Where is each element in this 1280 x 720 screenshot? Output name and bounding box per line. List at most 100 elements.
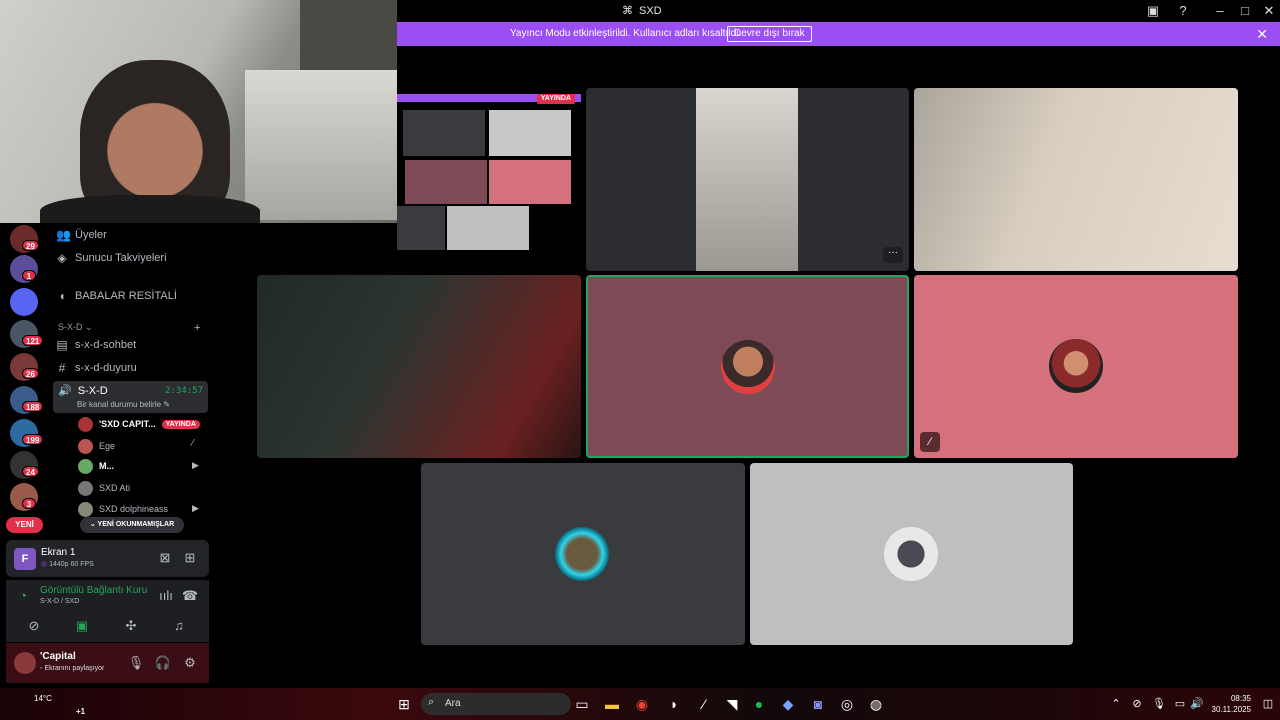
new-pill[interactable]: YENİ: [6, 517, 43, 533]
text-channel-duyuru[interactable]: # s-x-d-duyuru: [56, 358, 137, 378]
screen-share-icon[interactable]: ▣: [71, 616, 93, 636]
user-panel: 'Capital ▪ Ekranını paylaşıyor 🎙 🎧 ⚙: [6, 643, 209, 683]
disconnect-icon[interactable]: ☎: [179, 586, 201, 606]
screen-share-panel: F Ekran 1 ◎ 1440p 60 FPS ⊠ ⊞: [6, 540, 209, 577]
more-options-button[interactable]: ···: [883, 247, 903, 263]
chrome-icon[interactable]: ◉: [632, 694, 652, 714]
username: 'Capital: [40, 651, 76, 662]
app-icon[interactable]: ◥: [722, 694, 742, 714]
camera-icon: ▶: [192, 503, 199, 513]
server-list: 29 1 121 26 188 199 24 3: [0, 223, 48, 543]
task-view-icon[interactable]: ▭: [572, 694, 592, 714]
maximize-button[interactable]: □: [1237, 3, 1253, 19]
voice-user[interactable]: SXD Ati: [78, 478, 130, 498]
video-tile[interactable]: ⁄: [914, 275, 1238, 458]
voice-connection-panel: ◔ Görüntülü Bağlantı Kuru S-X-D / SXD ıı…: [6, 580, 209, 642]
volume-icon[interactable]: 🔊: [1187, 694, 1207, 714]
video-tile[interactable]: [421, 463, 745, 645]
speaker-icon: 🔊: [58, 385, 72, 397]
chevron-up-icon[interactable]: ⌃: [1106, 694, 1126, 714]
video-tile[interactable]: [257, 275, 581, 458]
weather-temp[interactable]: 14°C: [34, 694, 52, 703]
voice-channel-active[interactable]: 🔊 S-X-D 2:34:57 Bir kanal durumu belirle …: [53, 381, 208, 413]
avatar: [78, 480, 93, 496]
preview-tile: [403, 110, 485, 156]
pencil-icon: ✎: [163, 400, 170, 409]
stop-share-icon[interactable]: ⊠: [154, 548, 176, 568]
popout-icon[interactable]: ⊞: [179, 548, 201, 568]
app-icon[interactable]: ◆: [778, 694, 798, 714]
text-channel-icon: ▤: [56, 338, 68, 352]
banner-message: Yayıncı Modu etkinleştirildi. Kullanıcı …: [510, 28, 742, 39]
camera-icon: ▶: [192, 460, 199, 470]
mic-icon[interactable]: 🎙: [1149, 694, 1169, 714]
camera-off-icon[interactable]: ⊘: [23, 616, 45, 636]
video-tile-speaking[interactable]: [586, 275, 909, 458]
file-explorer-icon[interactable]: ▬: [602, 694, 622, 714]
disable-streamer-mode-button[interactable]: Devre dışı bırak: [727, 26, 812, 42]
soundboard-icon[interactable]: ♫: [168, 616, 190, 636]
preview-tile: [447, 206, 529, 250]
voice-user[interactable]: M...: [78, 456, 114, 476]
chrome-icon[interactable]: ◎: [837, 694, 857, 714]
voice-status[interactable]: Bir kanal durumu belirle ✎: [77, 400, 170, 409]
voice-user[interactable]: 'SXD CAPIT... YAYINDA: [78, 414, 200, 434]
stage-channel[interactable]: ◖ BABALAR RESİTALİ: [56, 286, 177, 306]
help-icon[interactable]: ?: [1175, 3, 1191, 19]
voice-channel[interactable]: S-X-D / SXD: [40, 598, 79, 605]
unread-badge: 24: [22, 466, 39, 477]
app-icon[interactable]: ◍: [866, 694, 886, 714]
video-tile[interactable]: ···: [586, 88, 909, 271]
video-tile[interactable]: [750, 463, 1073, 645]
notifications-icon[interactable]: ◫: [1258, 694, 1278, 714]
gear-icon[interactable]: ⚙: [179, 653, 201, 673]
app-icon[interactable]: ◗: [664, 694, 684, 714]
voice-user[interactable]: Ege: [78, 436, 115, 456]
camera-off-icon[interactable]: ⊘: [1127, 694, 1147, 714]
unread-badge: 3: [22, 498, 36, 509]
boosts-item[interactable]: ◈ Sunucu Takviyeleri: [56, 248, 166, 268]
spotify-icon[interactable]: ●: [749, 694, 769, 714]
server-icon[interactable]: [10, 288, 38, 316]
stage-icon: ◖: [58, 289, 66, 303]
video-tile[interactable]: [914, 88, 1238, 271]
close-window-button[interactable]: ✕: [1261, 3, 1277, 19]
minimize-button[interactable]: –: [1212, 3, 1228, 19]
mic-muted-icon: ⁄: [192, 438, 194, 449]
signal-icon: ◔: [19, 588, 27, 603]
stream-preview[interactable]: YAYINDA: [397, 88, 581, 272]
live-badge: YAYINDA: [161, 419, 200, 429]
clock-time[interactable]: 08:35: [1205, 694, 1251, 703]
mic-icon[interactable]: 🎙: [125, 653, 147, 673]
search-input[interactable]: ⌕ Ara: [421, 693, 571, 715]
preview-tile: [397, 206, 445, 250]
activities-icon[interactable]: ✣: [120, 616, 142, 636]
category-header[interactable]: S-X-D ⌄: [58, 322, 93, 333]
windows-start-icon[interactable]: ⊞: [394, 694, 414, 714]
clock-date[interactable]: 30.11.2025: [1205, 705, 1251, 714]
chevron-down-icon: ⌄: [89, 521, 98, 528]
headphones-icon[interactable]: 🎧: [152, 653, 174, 673]
voice-user[interactable]: SXD dolphineass: [78, 499, 168, 519]
members-item[interactable]: 👥 Üyeler: [56, 225, 107, 245]
close-icon[interactable]: ✕: [1256, 26, 1268, 43]
add-channel-icon[interactable]: +: [194, 318, 200, 338]
app-icon[interactable]: ⁄: [694, 694, 714, 714]
unread-pill[interactable]: ⌄ YENİ OKUNMAMIŞLAR: [80, 517, 184, 533]
quality-icon: ◎: [41, 561, 50, 568]
voice-timer: 2:34:57: [165, 386, 203, 396]
background-furniture: [245, 70, 397, 220]
preview-tile: [489, 110, 571, 156]
inbox-icon[interactable]: ▣: [1145, 3, 1161, 19]
text-channel-sohbet[interactable]: ▤ s-x-d-sohbet: [56, 335, 136, 355]
notification-count: +1: [76, 707, 86, 716]
avatar[interactable]: [14, 652, 36, 674]
live-badge: YAYINDA: [536, 94, 575, 104]
background-shelf: [300, 0, 397, 70]
avatar: [78, 458, 93, 474]
user-status: ▪ Ekranını paylaşıyor: [40, 665, 105, 672]
streamer-mode-banner: Yayıncı Modu etkinleştirildi. Kullanıcı …: [397, 22, 1280, 46]
voice-status[interactable]: Görüntülü Bağlantı Kuru: [40, 585, 150, 596]
soundwave-icon[interactable]: ıılı: [155, 586, 177, 606]
discord-icon[interactable]: ◙: [808, 694, 828, 714]
